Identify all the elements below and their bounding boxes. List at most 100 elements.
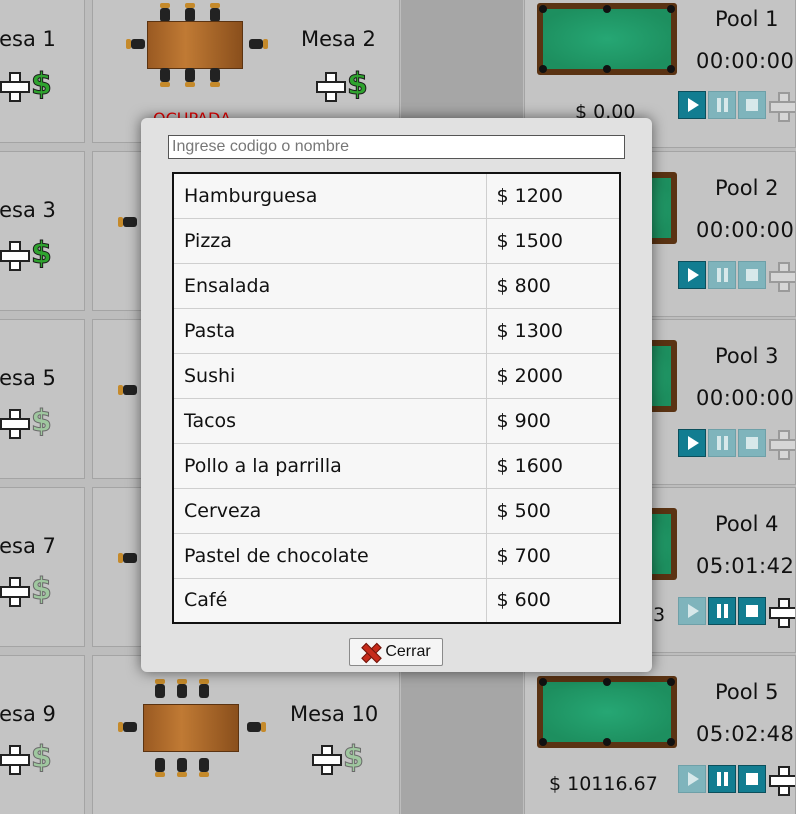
stop-button[interactable]	[738, 765, 766, 793]
add-time-icon[interactable]	[768, 597, 795, 628]
play-button[interactable]	[678, 765, 706, 793]
stop-button[interactable]	[738, 261, 766, 289]
pause-button[interactable]	[708, 429, 736, 457]
table-row[interactable]: Pastel de chocolate $ 700	[173, 533, 620, 579]
pool-price: 3	[653, 604, 666, 626]
pause-icon	[716, 98, 728, 112]
mesa-card-5[interactable]: Mesa 5 $	[0, 319, 85, 479]
pool-controls	[678, 261, 795, 292]
mesa-card-9[interactable]: Mesa 9 $	[0, 655, 85, 814]
search-input[interactable]	[168, 135, 625, 159]
chair-icon	[118, 217, 137, 227]
pool-table-icon	[537, 676, 677, 748]
plus-icon[interactable]	[0, 576, 30, 607]
pause-button[interactable]	[708, 261, 736, 289]
product-name: Sushi	[173, 353, 487, 399]
dollar-icon[interactable]: $	[31, 238, 53, 269]
play-button[interactable]	[678, 261, 706, 289]
mesa-actions: $	[0, 574, 53, 607]
stop-icon	[746, 773, 758, 785]
mesa-label: Mesa 5	[0, 366, 56, 390]
plus-icon[interactable]	[0, 744, 30, 775]
plus-icon[interactable]	[0, 71, 30, 102]
stop-icon	[746, 605, 758, 617]
mesa-actions: $	[0, 69, 53, 102]
product-name: Pizza	[173, 218, 487, 264]
pool-name: Pool 4	[715, 512, 779, 536]
mesa-label: Mesa 1	[0, 27, 56, 51]
plus-icon[interactable]	[0, 408, 30, 439]
pool-controls	[678, 765, 795, 796]
mesa-label: Mesa 3	[0, 198, 56, 222]
pool-timer: 00:00:00	[696, 49, 795, 73]
dollar-icon[interactable]: $	[347, 69, 369, 100]
dollar-icon[interactable]: $	[343, 742, 365, 773]
table-row[interactable]: Sushi $ 2000	[173, 353, 620, 399]
product-name: Pasta	[173, 308, 487, 354]
mesa-card-10[interactable]: Mesa 10 $	[92, 655, 400, 814]
mesa-card-1[interactable]: Mesa 1 $	[0, 0, 85, 143]
table-row[interactable]: Pollo a la parrilla $ 1600	[173, 443, 620, 489]
pool-timer: 05:02:48	[696, 722, 795, 746]
stop-icon	[746, 269, 758, 281]
play-icon	[688, 772, 699, 786]
add-time-icon[interactable]	[768, 91, 795, 122]
plus-icon[interactable]	[0, 240, 30, 271]
table-row[interactable]: Hamburguesa $ 1200	[173, 173, 620, 219]
pool-controls	[678, 91, 795, 122]
add-time-icon[interactable]	[768, 261, 795, 292]
table-row[interactable]: Cerveza $ 500	[173, 488, 620, 534]
pause-button[interactable]	[708, 91, 736, 119]
dollar-icon[interactable]: $	[31, 69, 53, 100]
table-row[interactable]: Ensalada $ 800	[173, 263, 620, 309]
product-name: Tacos	[173, 398, 487, 444]
pool-table-icon	[537, 3, 677, 75]
table-row[interactable]: Café $ 600	[173, 578, 620, 623]
table-row[interactable]: Pizza $ 1500	[173, 218, 620, 264]
pause-button[interactable]	[708, 597, 736, 625]
stop-button[interactable]	[738, 91, 766, 119]
mesa-label: Mesa 9	[0, 702, 56, 726]
stop-button[interactable]	[738, 597, 766, 625]
table-row[interactable]: Pasta $ 1300	[173, 308, 620, 354]
mesa-actions: $	[0, 742, 53, 775]
play-button[interactable]	[678, 429, 706, 457]
mesa-label: Mesa 7	[0, 534, 56, 558]
mesa-label: Mesa 10	[290, 702, 379, 726]
dining-table-icon	[115, 678, 266, 778]
pause-button[interactable]	[708, 765, 736, 793]
dollar-icon[interactable]: $	[31, 574, 53, 605]
product-price: $ 600	[496, 589, 551, 612]
add-time-icon[interactable]	[768, 429, 795, 460]
product-price: $ 1600	[486, 443, 620, 489]
plus-icon[interactable]	[315, 71, 346, 102]
product-price: $ 500	[486, 488, 620, 534]
pool-name: Pool 3	[715, 344, 779, 368]
product-name: Hamburguesa	[173, 173, 487, 219]
play-button[interactable]	[678, 597, 706, 625]
plus-icon[interactable]	[311, 744, 342, 775]
pause-icon	[716, 604, 728, 618]
chair-icon	[118, 385, 137, 395]
dollar-icon[interactable]: $	[31, 742, 53, 773]
product-search-modal: Hamburguesa$ 1200 Pizza$ 1500 Ensalada$ …	[141, 118, 652, 672]
product-name: Pollo a la parrilla	[173, 443, 487, 489]
pool-timer: 00:00:00	[696, 218, 795, 242]
dollar-icon[interactable]: $	[31, 406, 53, 437]
stop-button[interactable]	[738, 429, 766, 457]
product-price: $ 2000	[486, 353, 620, 399]
close-button[interactable]: Cerrar	[349, 638, 443, 666]
table-row[interactable]: Tacos $ 900	[173, 398, 620, 444]
close-icon	[361, 643, 379, 661]
add-time-icon[interactable]	[768, 765, 795, 796]
pool-card-5[interactable]: Pool 5 05:02:48 $ 10116.67	[524, 655, 796, 814]
play-button[interactable]	[678, 91, 706, 119]
mesa-actions: $	[0, 406, 53, 439]
mesa-card-7[interactable]: Mesa 7 $	[0, 487, 85, 647]
mesa-card-3[interactable]: Mesa 3 $	[0, 151, 85, 311]
pool-controls	[678, 429, 795, 460]
product-price: $ 1200	[486, 173, 620, 219]
product-name: Ensalada	[173, 263, 487, 309]
pool-price: $ 10116.67	[549, 773, 658, 795]
mesa-actions: $	[311, 742, 365, 775]
